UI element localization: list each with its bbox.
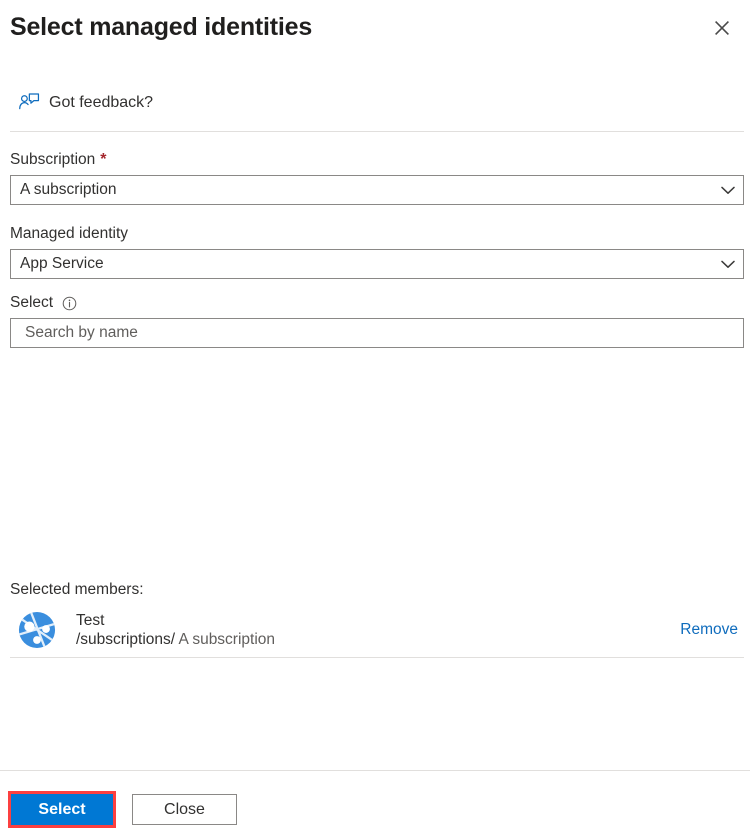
close-button-footer[interactable]: Close <box>132 794 237 825</box>
header-divider <box>10 131 744 132</box>
form-area: Subscription * A subscription Managed id… <box>0 150 750 348</box>
page-title: Select managed identities <box>10 13 313 41</box>
managed-identity-value: App Service <box>20 255 104 272</box>
got-feedback-link[interactable]: Got feedback? <box>18 92 153 114</box>
subscription-label: Subscription * <box>10 150 750 170</box>
member-text: Test /subscriptions/ A subscription <box>76 611 680 650</box>
member-subscription: A subscription <box>178 630 276 648</box>
info-circle-icon[interactable] <box>62 296 77 311</box>
managed-identity-label-text: Managed identity <box>10 225 129 242</box>
search-input[interactable] <box>11 319 743 347</box>
got-feedback-label: Got feedback? <box>49 94 154 111</box>
select-label: Select <box>10 293 750 313</box>
footer-button-row: Select Close <box>8 791 237 828</box>
close-button[interactable] <box>706 12 738 44</box>
member-name: Test <box>76 611 105 629</box>
remove-member-link[interactable]: Remove <box>680 621 738 639</box>
subscription-value: A subscription <box>20 181 117 198</box>
managed-identity-avatar-icon <box>18 611 56 649</box>
subscription-label-text: Subscription <box>10 151 96 168</box>
feedback-person-icon <box>19 93 40 110</box>
subscription-dropdown[interactable]: A subscription <box>10 175 744 205</box>
search-field[interactable] <box>10 318 744 348</box>
member-divider <box>10 657 744 658</box>
required-asterisk: * <box>100 151 107 168</box>
select-button-highlight: Select <box>8 791 116 828</box>
member-scope: /subscriptions/ A subscription <box>76 630 680 650</box>
managed-identity-label: Managed identity <box>10 224 750 244</box>
selected-members-section: Selected members: Test /subscriptions/ A… <box>0 580 750 654</box>
select-label-text: Select <box>10 294 54 311</box>
selected-members-title: Selected members: <box>10 581 144 598</box>
panel-header: Select managed identities <box>0 0 750 58</box>
member-path: /subscriptions/ <box>76 630 176 648</box>
footer: Select Close <box>0 771 750 835</box>
chevron-down-icon <box>713 260 743 269</box>
chevron-down-icon <box>713 186 743 195</box>
managed-identity-dropdown[interactable]: App Service <box>10 249 744 279</box>
close-x-icon <box>715 21 729 35</box>
select-button[interactable]: Select <box>11 794 113 825</box>
list-item: Test /subscriptions/ A subscription Remo… <box>0 606 750 654</box>
